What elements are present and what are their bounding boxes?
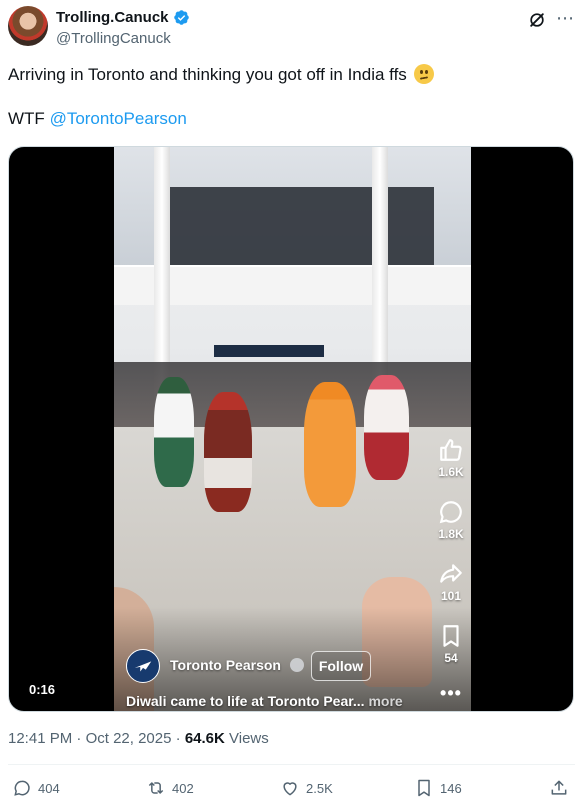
repost-count: 402 [172, 780, 194, 796]
reply-count: 404 [38, 780, 60, 796]
share-button[interactable] [549, 778, 569, 798]
video-player[interactable]: 1.6K 1.8K 101 54 ••• Toronto Pearson Fol… [8, 146, 574, 712]
share-upload-icon [551, 780, 567, 795]
mention-link[interactable]: @TorontoPearson [50, 109, 187, 128]
grok-icon[interactable] [527, 10, 547, 30]
author-display-name[interactable]: Trolling.Canuck [56, 9, 169, 26]
heart-icon [283, 782, 297, 796]
views-count: 64.6K [184, 730, 225, 747]
globe-icon [290, 658, 304, 672]
bookmark-count: 146 [440, 780, 462, 796]
airplane-icon [134, 661, 152, 672]
video-timer: 0:16 [29, 682, 56, 697]
views-label: Views [229, 730, 269, 747]
bookmark-icon [418, 779, 430, 797]
video-like-button[interactable]: 1.6K [431, 437, 471, 479]
caption-more-link[interactable]: more [368, 693, 402, 709]
more-options-icon[interactable]: ⋯ [556, 8, 575, 29]
video-share-button[interactable]: 101 [431, 561, 471, 603]
meta-separator: · [76, 730, 82, 747]
video-bookmark-button[interactable]: 54 [431, 623, 471, 665]
repost-button[interactable]: 402 [146, 778, 194, 798]
tweet-text: Arriving in Toronto and thinking you got… [8, 64, 568, 130]
reply-icon [14, 780, 30, 796]
tweet-action-bar: 404 402 2.5K 146 [8, 778, 575, 800]
video-bookmark-count: 54 [444, 651, 458, 665]
tweet-meta: 12:41 PM · Oct 22, 2025 · 64.6K Views [8, 730, 269, 747]
verified-badge-icon [173, 10, 189, 25]
repost-icon [148, 782, 164, 794]
like-button[interactable]: 2.5K [280, 778, 333, 798]
video-comment-count: 1.8K [438, 527, 464, 541]
video-frame[interactable]: 1.6K 1.8K 101 54 ••• [114, 147, 471, 711]
video-account-name[interactable]: Toronto Pearson [170, 657, 281, 673]
video-caption: Diwali came to life at Toronto Pear... m… [126, 693, 403, 709]
reply-button[interactable]: 404 [12, 778, 60, 798]
tweet-text-line2: WTF [8, 109, 45, 128]
video-caption-text: Diwali came to life at Toronto Pear... [126, 693, 365, 709]
avatar[interactable] [8, 6, 48, 46]
woozy-face-emoji-icon [413, 64, 434, 84]
bookmark-button[interactable]: 146 [414, 778, 462, 798]
tweet-date[interactable]: Oct 22, 2025 [86, 730, 172, 747]
comment-icon [439, 501, 462, 524]
share-icon [440, 564, 462, 583]
tweet-text-line1: Arriving in Toronto and thinking you got… [8, 65, 407, 84]
like-count: 2.5K [306, 780, 333, 796]
video-more-icon[interactable]: ••• [431, 683, 471, 704]
author-name-row: Trolling.Canuck [56, 9, 190, 26]
author-handle[interactable]: @TrollingCanuck [56, 30, 171, 47]
bookmark-icon [443, 625, 459, 647]
divider [8, 764, 575, 765]
video-share-count: 101 [440, 589, 462, 603]
video-like-count: 1.6K [438, 465, 464, 479]
video-comment-button[interactable]: 1.8K [431, 499, 471, 541]
toronto-pearson-logo-icon[interactable] [126, 649, 160, 683]
tweet-header: Trolling.Canuck @TrollingCanuck ⋯ [8, 6, 575, 50]
meta-separator-2: · [175, 730, 181, 747]
follow-button[interactable]: Follow [311, 651, 371, 681]
thumbs-up-icon [440, 439, 462, 461]
tweet-time[interactable]: 12:41 PM [8, 730, 72, 747]
